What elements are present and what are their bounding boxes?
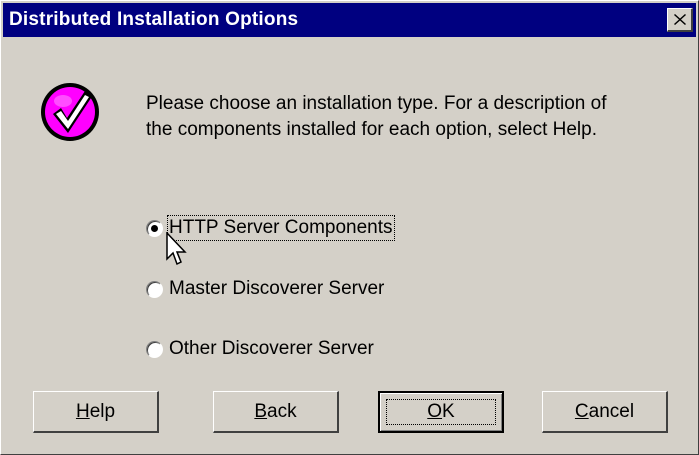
ok-button[interactable]: OK <box>378 391 504 433</box>
ok-button-label: OK <box>427 401 455 422</box>
close-icon <box>673 14 686 25</box>
installation-options-dialog: Distributed Installation Options Please … <box>0 0 699 455</box>
option-label: Master Discoverer Server <box>169 278 385 299</box>
cancel-button-label: Cancel <box>574 400 635 422</box>
radio-button[interactable] <box>146 340 163 358</box>
back-button[interactable]: Back <box>213 391 339 433</box>
help-button-label: Help <box>75 400 116 422</box>
dialog-title: Distributed Installation Options <box>9 9 299 30</box>
instructions-text: Please choose an installation type. For … <box>146 91 686 143</box>
option-label: HTTP Server Components <box>167 215 395 241</box>
radio-button-selected[interactable] <box>146 219 163 237</box>
title-bar[interactable]: Distributed Installation Options <box>3 3 696 37</box>
close-button[interactable] <box>667 8 693 32</box>
mouse-pointer-icon <box>166 232 187 266</box>
checkmark-icon <box>41 83 99 141</box>
radio-button[interactable] <box>146 280 163 298</box>
instructions-line-2: the components installed for each option… <box>146 119 597 140</box>
instructions-line-1: Please choose an installation type. For … <box>146 93 607 114</box>
help-button[interactable]: Help <box>33 391 159 433</box>
back-button-label: Back <box>254 400 297 422</box>
cancel-button[interactable]: Cancel <box>542 391 668 433</box>
option-label: Other Discoverer Server <box>169 338 374 359</box>
option-master-discoverer-server[interactable]: Master Discoverer Server <box>146 275 384 303</box>
option-other-discoverer-server[interactable]: Other Discoverer Server <box>146 335 374 363</box>
